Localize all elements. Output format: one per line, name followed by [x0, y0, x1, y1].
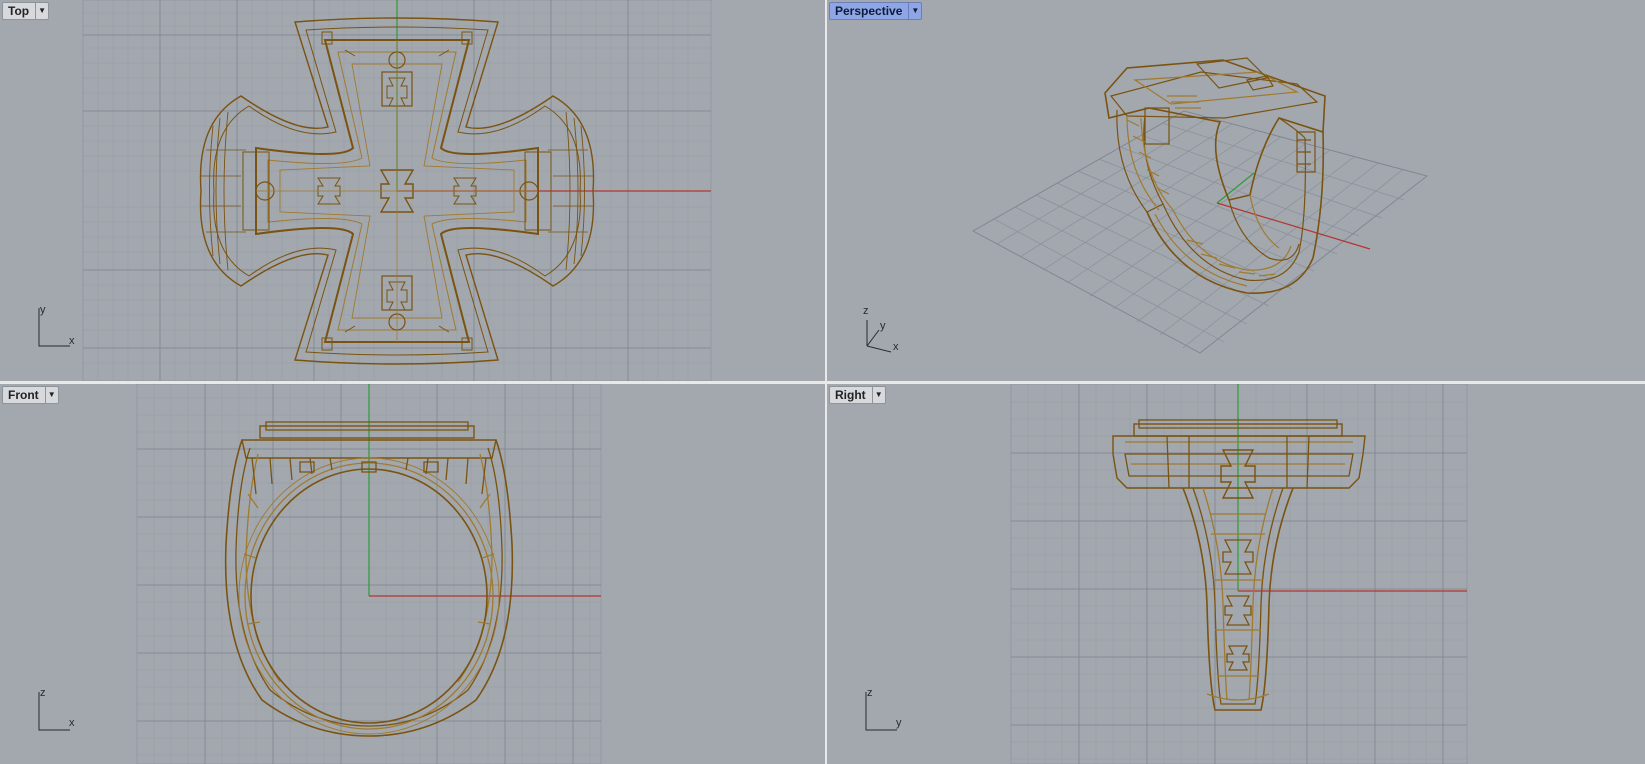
- x-axis-line: [1216, 202, 1371, 250]
- ring-wireframe-right[interactable]: [1112, 419, 1366, 711]
- viewport-tab-top[interactable]: Top ▼: [2, 2, 50, 20]
- rhino-four-viewport-layout: Top ▼ y x Perspective ▼ z y x Front ▼ z …: [0, 0, 1645, 764]
- axis-label-z: z: [863, 305, 869, 317]
- viewport-tab-perspective[interactable]: Perspective ▼: [829, 2, 923, 20]
- axis-label-x: x: [69, 717, 75, 729]
- triangle-down-icon[interactable]: ▼: [871, 387, 885, 403]
- perspective-axis-indicator: [866, 320, 892, 353]
- axis-label-y: y: [880, 320, 886, 332]
- triangle-down-icon[interactable]: ▼: [908, 3, 921, 19]
- front-view-canvas[interactable]: [0, 384, 825, 764]
- viewport-perspective[interactable]: Perspective ▼ z y x: [827, 0, 1645, 381]
- axis-label-z: z: [40, 687, 46, 699]
- triangle-down-icon[interactable]: ▼: [44, 387, 58, 403]
- ring-wireframe-top[interactable]: [199, 17, 595, 365]
- perspective-grid: [972, 110, 1428, 354]
- viewport-tab-front[interactable]: Front ▼: [2, 386, 59, 404]
- viewport-tab-label: Perspective: [835, 4, 903, 18]
- top-view-canvas[interactable]: [0, 0, 825, 381]
- viewport-tab-right[interactable]: Right ▼: [829, 386, 886, 404]
- triangle-down-icon[interactable]: ▼: [35, 3, 48, 19]
- viewport-right[interactable]: Right ▼ z y: [827, 384, 1645, 764]
- axis-label-y: y: [896, 717, 902, 729]
- axis-label-y: y: [40, 304, 46, 316]
- viewport-tab-label: Top: [8, 4, 30, 18]
- viewport-top[interactable]: Top ▼ y x: [0, 0, 825, 381]
- perspective-view-canvas[interactable]: [827, 0, 1645, 381]
- axis-label-x: x: [69, 335, 75, 347]
- viewport-front[interactable]: Front ▼ z x: [0, 384, 825, 764]
- viewport-tab-label: Right: [835, 388, 866, 402]
- ring-wireframe-perspective[interactable]: [1104, 57, 1326, 294]
- right-view-canvas[interactable]: [827, 384, 1645, 764]
- axis-label-x: x: [893, 341, 899, 353]
- viewport-tab-label: Front: [8, 388, 39, 402]
- axis-label-z: z: [867, 687, 873, 699]
